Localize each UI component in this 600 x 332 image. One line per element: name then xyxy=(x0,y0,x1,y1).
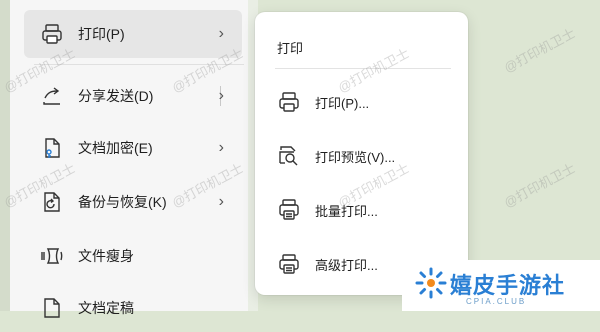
batch-print-icon xyxy=(279,199,299,220)
menu-item-label: 打印(P) xyxy=(78,26,125,42)
menu-item-finalize[interactable]: 文档定稿 xyxy=(24,284,242,332)
site-logo: 嬉皮手游社 CPIA.CLUB xyxy=(402,260,600,311)
print-submenu: 打印 打印(P)... 打印预览(V)... 批量打印... 高级打印... xyxy=(255,12,468,295)
print-preview-icon xyxy=(279,146,298,166)
submenu-title: 打印 xyxy=(277,41,304,56)
chevron-right-icon: › xyxy=(218,193,224,210)
printer-icon xyxy=(279,92,299,112)
submenu-item-label: 批量打印... xyxy=(315,204,378,219)
submenu-item-label: 高级打印... xyxy=(315,258,378,273)
menu-item-share[interactable]: 分享发送(D) › xyxy=(24,72,242,120)
document-lock-icon xyxy=(45,138,60,158)
chevron-right-icon: › xyxy=(218,25,224,42)
menu-item-label: 文档加密(E) xyxy=(78,140,153,156)
submenu-item-batch-print[interactable]: 批量打印... xyxy=(265,190,457,230)
printer-icon xyxy=(42,24,62,44)
menu-item-encrypt[interactable]: 文档加密(E) › xyxy=(24,124,242,172)
menu-item-label: 文件瘦身 xyxy=(78,248,134,264)
submenu-divider xyxy=(275,68,451,69)
submenu-item-print[interactable]: 打印(P)... xyxy=(265,82,457,122)
watermark-text: @打印机卫士 xyxy=(501,160,578,211)
menu-item-label: 备份与恢复(K) xyxy=(78,194,167,210)
menu-item-backup[interactable]: 备份与恢复(K) › xyxy=(24,178,242,226)
advanced-print-icon xyxy=(279,254,299,274)
menu-item-label: 文档定稿 xyxy=(78,300,134,316)
submenu-item-label: 打印预览(V)... xyxy=(315,150,396,165)
left-menu-panel: 打印(P) › 分享发送(D) › 文档加密(E) › 备份与恢复(K) › 文… xyxy=(10,0,248,318)
chevron-right-icon: › xyxy=(218,139,224,156)
menu-item-print[interactable]: 打印(P) › xyxy=(24,10,242,58)
submenu-item-label: 打印(P)... xyxy=(315,96,370,111)
logo-subtext: CPIA.CLUB xyxy=(466,297,527,306)
share-icon xyxy=(43,87,60,105)
menu-item-label: 分享发送(D) xyxy=(78,88,154,104)
logo-mark-icon xyxy=(415,267,447,299)
logo-text: 嬉皮手游社 xyxy=(450,273,566,298)
document-finalize-icon xyxy=(44,298,60,318)
submenu-item-print-preview[interactable]: 打印预览(V)... xyxy=(265,136,457,176)
backup-restore-icon xyxy=(44,192,60,212)
file-compress-icon xyxy=(41,248,63,264)
menu-divider xyxy=(34,64,244,65)
menu-item-slim[interactable]: 文件瘦身 xyxy=(24,232,242,280)
chevron-right-icon[interactable]: › xyxy=(219,87,224,105)
watermark-text: @打印机卫士 xyxy=(501,25,578,76)
